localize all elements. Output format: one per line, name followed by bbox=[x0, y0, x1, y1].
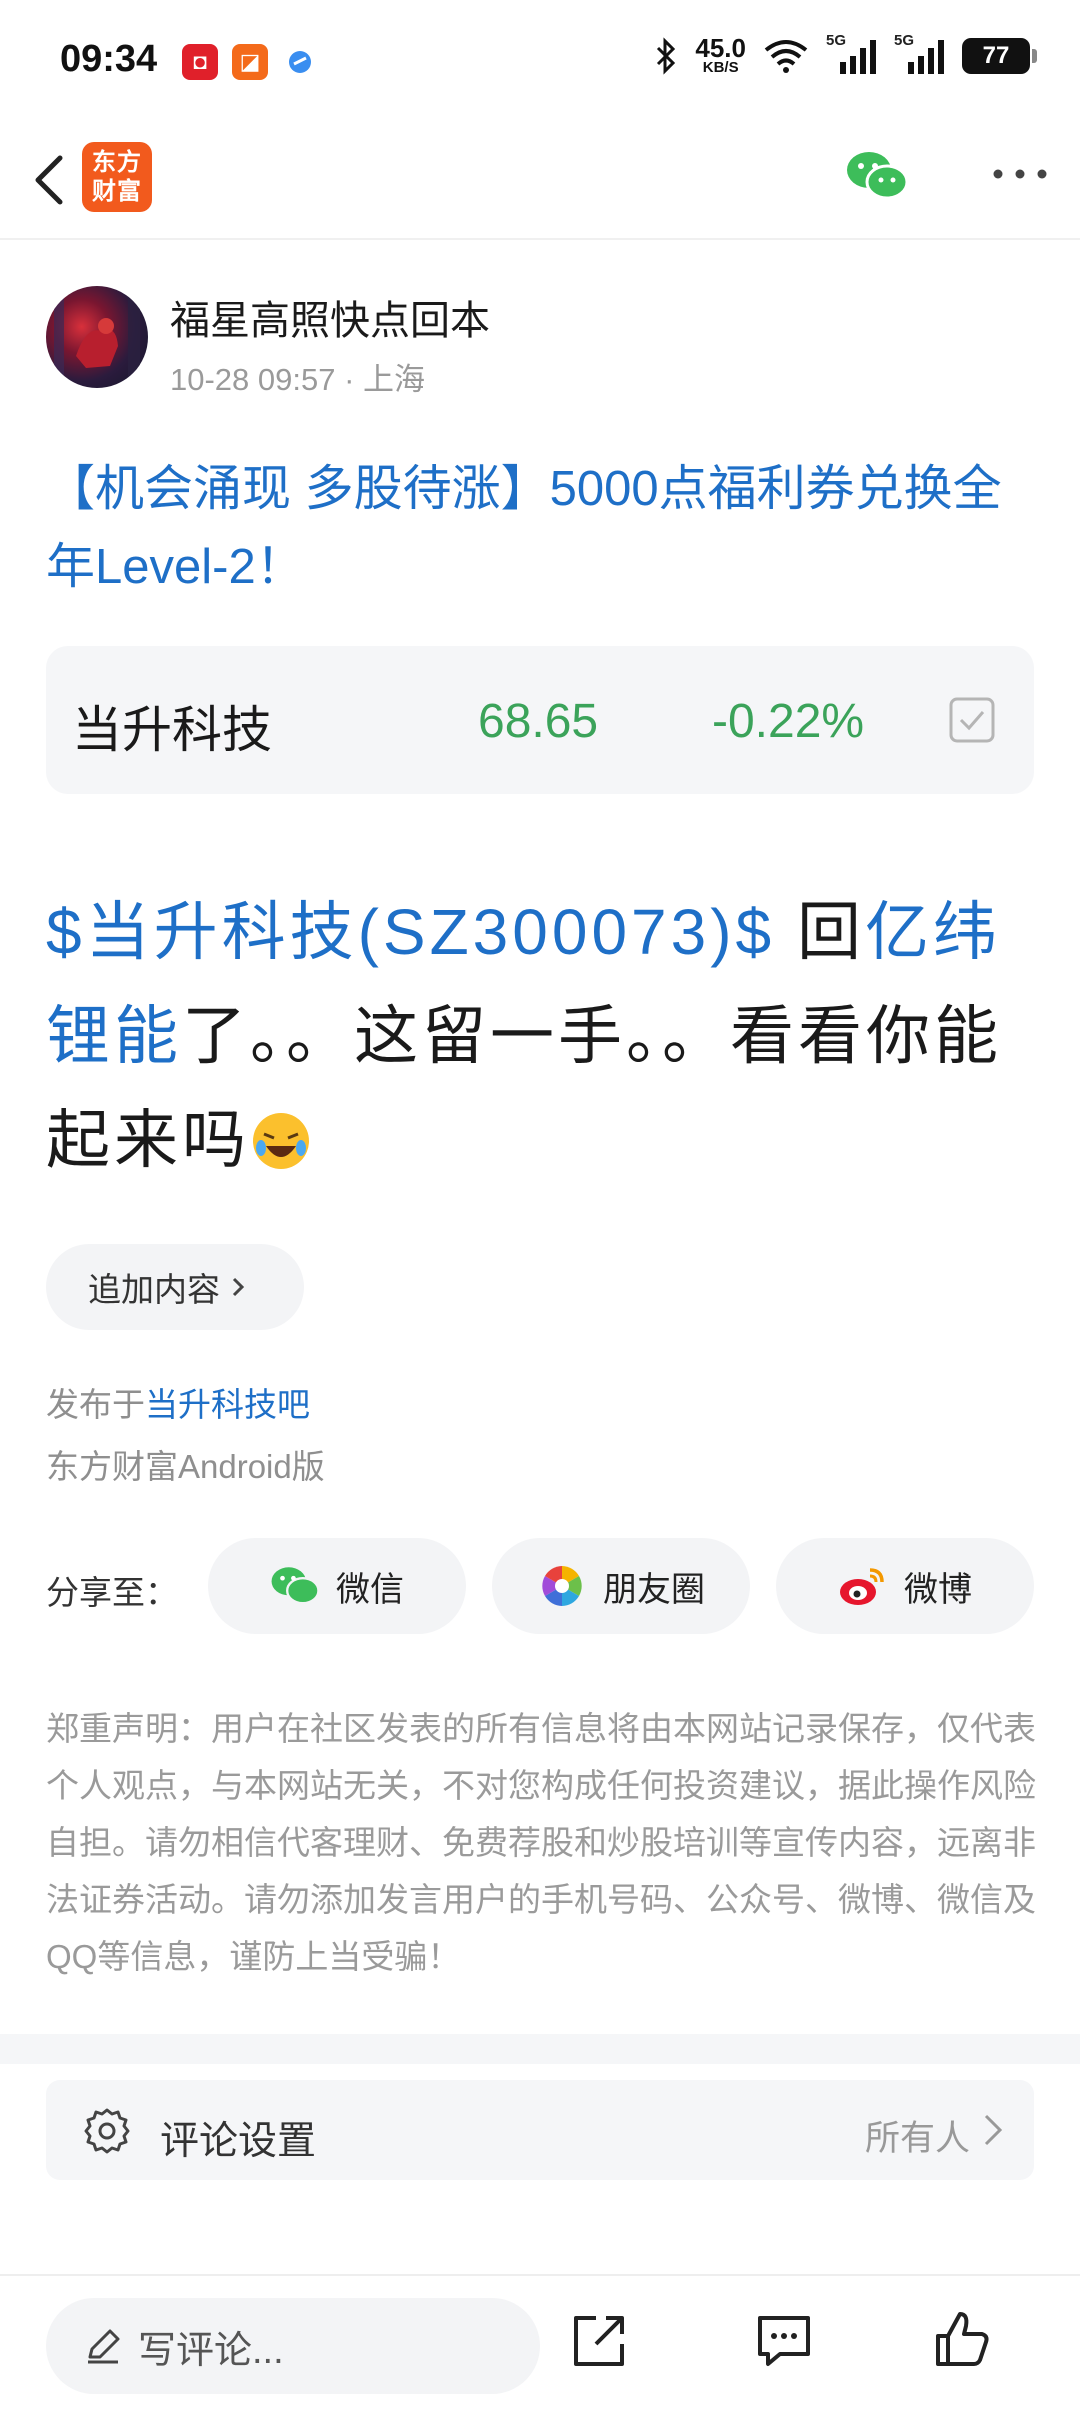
disclaimer-text: 郑重声明：用户在社区发表的所有信息将由本网站记录保存，仅代表个人观点，与本网站无… bbox=[46, 1710, 1036, 1975]
wechat-icon bbox=[271, 1567, 320, 1605]
add-watchlist-checkbox-icon[interactable] bbox=[948, 696, 996, 744]
author-name[interactable]: 福星高照快点回本 bbox=[170, 288, 490, 346]
wifi-icon bbox=[764, 40, 808, 73]
bottom-action-bar: 写评论... bbox=[0, 2274, 1080, 2412]
weibo-icon bbox=[840, 1568, 884, 1605]
append-content-label: 追加内容 bbox=[88, 1271, 220, 1308]
status-bar: 09:34 ◘ ◪ 45.0 KB/S 5G 5G 77 bbox=[0, 0, 1080, 120]
comment-icon[interactable] bbox=[752, 2308, 816, 2372]
chevron-right-icon bbox=[232, 1277, 245, 1297]
chevron-right-icon bbox=[984, 2114, 1003, 2146]
app-notification-icon: ◪ bbox=[232, 44, 268, 80]
share-label: 分享至： bbox=[46, 1574, 178, 1611]
post-timestamp-location: 10-28 09:57 · 上海 bbox=[170, 362, 426, 397]
cellular-signal-icon: 5G bbox=[826, 32, 878, 76]
stock-price: 68.65 bbox=[478, 695, 599, 748]
post-text-part: 回 bbox=[796, 896, 865, 968]
promo-banner-link[interactable]: 【机会涌现 多股待涨】5000点福利券兑换全年Level-2！ bbox=[46, 450, 1036, 606]
stock-name: 当升科技 bbox=[72, 702, 272, 758]
top-navigation-bar: 东方 财富 bbox=[0, 120, 1080, 240]
network-speed: 45.0 KB/S bbox=[695, 33, 746, 76]
battery-indicator: 77 bbox=[962, 38, 1037, 74]
stock-change-percent: -0.22% bbox=[712, 695, 865, 748]
comment-settings-row[interactable]: 评论设置 所有人 bbox=[46, 2080, 1034, 2180]
pencil-icon bbox=[88, 2329, 120, 2364]
published-in: 发布于当升科技吧 bbox=[46, 1386, 310, 1423]
laughing-tears-emoji-icon bbox=[253, 1113, 309, 1169]
stock-quote-card[interactable]: 当升科技 68.65 -0.22% bbox=[46, 646, 1034, 794]
stock-tag-link[interactable]: $当升科技(SZ300073)$ bbox=[46, 896, 775, 968]
gear-icon bbox=[84, 2108, 130, 2154]
cellular-signal-icon: 5G bbox=[894, 32, 946, 76]
moments-aperture-icon bbox=[542, 1566, 582, 1606]
app-notification-icon: ◘ bbox=[182, 44, 218, 80]
append-content-button[interactable]: 追加内容 bbox=[46, 1244, 304, 1330]
status-right-cluster: 45.0 KB/S 5G 5G 77 bbox=[653, 32, 1037, 76]
wechat-icon[interactable] bbox=[845, 148, 909, 204]
eastmoney-logo[interactable]: 东方 财富 bbox=[82, 142, 152, 212]
status-time: 09:34 bbox=[60, 38, 158, 80]
app-notification-icon bbox=[282, 44, 318, 80]
share-moments-button[interactable]: 朋友圈 bbox=[492, 1538, 750, 1634]
like-thumbs-up-icon[interactable] bbox=[930, 2308, 994, 2372]
share-icon[interactable] bbox=[568, 2308, 632, 2372]
back-arrow-icon[interactable] bbox=[22, 144, 82, 216]
write-comment-input[interactable]: 写评论... bbox=[46, 2298, 540, 2394]
comment-settings-value: 所有人 bbox=[864, 2119, 970, 2158]
client-version: 东方财富Android版 bbox=[46, 1448, 325, 1485]
bluetooth-icon bbox=[657, 37, 676, 75]
more-icon[interactable] bbox=[990, 154, 1050, 194]
share-wechat-button[interactable]: 微信 bbox=[208, 1538, 466, 1634]
post-content: $当升科技(SZ300073)$ 回亿纬锂能了。。这留一手。。看看你能起来吗 bbox=[46, 880, 1046, 1192]
share-weibo-button[interactable]: 微博 bbox=[776, 1538, 1034, 1634]
status-notification-icons: ◘ ◪ bbox=[182, 44, 318, 80]
comment-settings-label: 评论设置 bbox=[160, 2120, 317, 2163]
comment-placeholder: 写评论... bbox=[138, 2329, 284, 2372]
post-text-part: 了。。这留一手。。看看你能起来吗 bbox=[46, 1000, 1002, 1176]
stock-bar-link[interactable]: 当升科技吧 bbox=[145, 1386, 310, 1423]
author-avatar[interactable] bbox=[46, 286, 148, 388]
section-divider bbox=[0, 2034, 1080, 2064]
